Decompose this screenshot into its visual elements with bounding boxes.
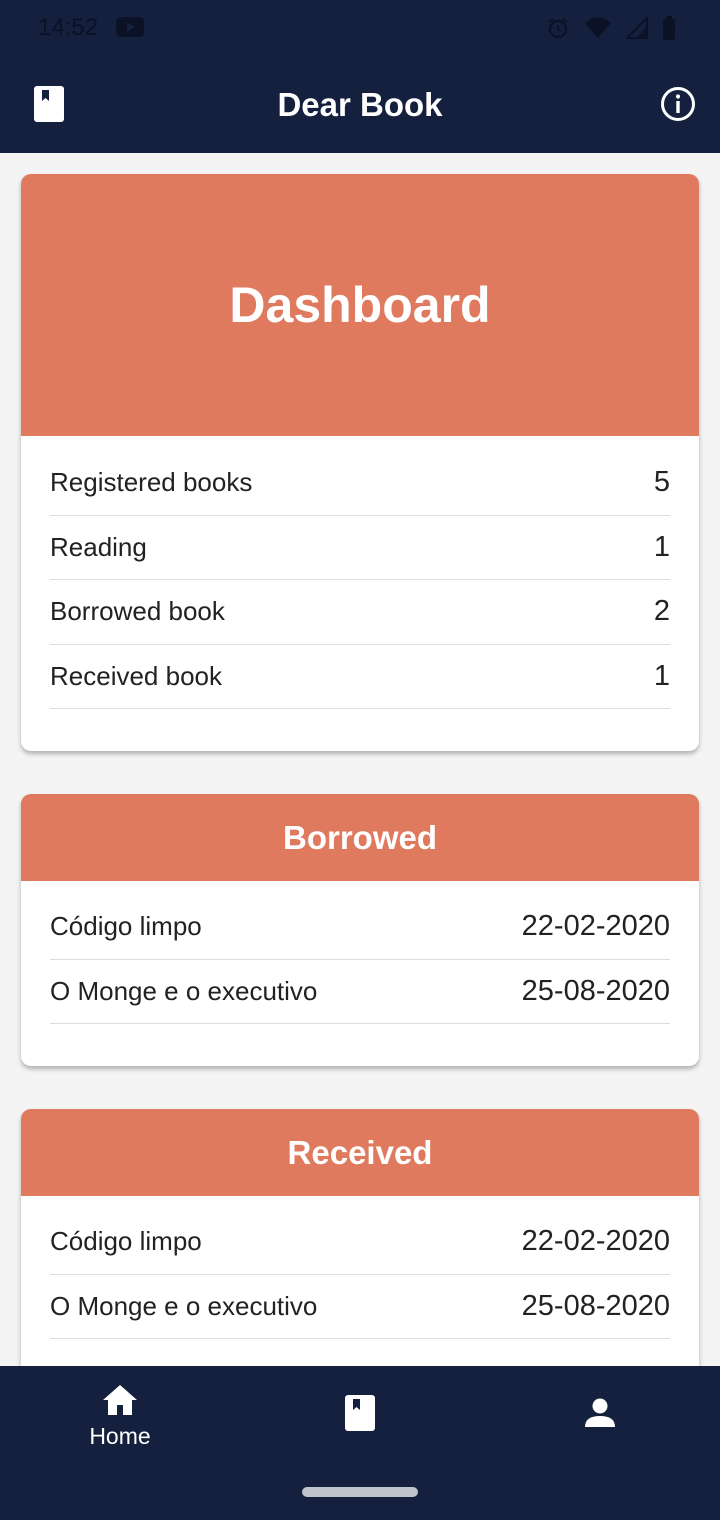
info-icon[interactable]: [660, 86, 696, 122]
youtube-notification-icon: [116, 17, 144, 37]
status-icons: [546, 16, 676, 40]
nav-home-label: Home: [89, 1423, 151, 1449]
book-date: 25-08-2020: [521, 1289, 670, 1322]
list-item: Borrowed book 2: [50, 580, 670, 645]
dashboard-card: Dashboard Registered books 5 Reading 1 B…: [21, 174, 699, 751]
list-item: Reading 1: [50, 516, 670, 580]
book-icon: [345, 1395, 375, 1431]
borrowed-card: Borrowed Código limpo 22-02-2020 O Monge…: [21, 794, 699, 1066]
list-item[interactable]: O Monge e o executivo 25-08-2020: [50, 1275, 670, 1339]
row-label: Reading: [50, 531, 147, 562]
nav-profile[interactable]: [540, 1397, 660, 1434]
received-header: Received: [21, 1109, 699, 1196]
book-date: 22-02-2020: [521, 1225, 670, 1258]
book-title: Código limpo: [50, 1226, 202, 1257]
dashboard-title: Dashboard: [229, 277, 491, 333]
list-item[interactable]: Código limpo 22-02-2020: [50, 895, 670, 960]
dashboard-header: Dashboard: [21, 174, 699, 436]
row-value: 1: [653, 659, 670, 692]
received-list: Código limpo 22-02-2020 O Monge e o exec…: [21, 1196, 699, 1339]
list-item[interactable]: O Monge e o executivo 25-08-2020: [50, 960, 670, 1024]
book-date: 22-02-2020: [521, 910, 670, 943]
book-title: O Monge e o executivo: [50, 975, 318, 1006]
nav-books[interactable]: [300, 1395, 420, 1436]
signal-icon: [626, 17, 648, 39]
list-item: Registered books 5: [50, 451, 670, 516]
status-time: 14:52: [38, 14, 99, 41]
bottom-navigation: Home: [0, 1366, 720, 1520]
alarm-icon: [548, 18, 568, 39]
row-label: Registered books: [50, 467, 253, 498]
row-label: Received book: [50, 660, 222, 691]
borrowed-list: Código limpo 22-02-2020 O Monge e o exec…: [21, 881, 699, 1024]
status-bar: 14:52: [0, 0, 720, 56]
list-item[interactable]: Código limpo 22-02-2020: [50, 1210, 670, 1275]
row-label: Borrowed book: [50, 596, 225, 627]
nav-home[interactable]: Home: [60, 1384, 180, 1450]
dashboard-list: Registered books 5 Reading 1 Borrowed bo…: [21, 436, 699, 709]
list-item: Received book 1: [50, 645, 670, 709]
borrowed-header: Borrowed: [21, 794, 699, 881]
received-card: Received Código limpo 22-02-2020 O Monge…: [21, 1109, 699, 1381]
row-value: 5: [653, 466, 670, 499]
gesture-bar[interactable]: [302, 1487, 418, 1497]
battery-icon: [663, 16, 675, 40]
app-title: Dear Book: [277, 86, 443, 123]
wifi-icon: [585, 17, 611, 38]
row-value: 2: [653, 595, 670, 628]
person-icon: [585, 1398, 615, 1427]
received-title: Received: [287, 1133, 433, 1171]
app-bar: Dear Book: [0, 56, 720, 153]
book-date: 25-08-2020: [521, 974, 670, 1007]
book-title: Código limpo: [50, 911, 202, 942]
row-value: 1: [653, 530, 670, 563]
book-title: O Monge e o executivo: [50, 1290, 318, 1321]
home-icon: [103, 1385, 137, 1415]
borrowed-title: Borrowed: [282, 818, 437, 856]
